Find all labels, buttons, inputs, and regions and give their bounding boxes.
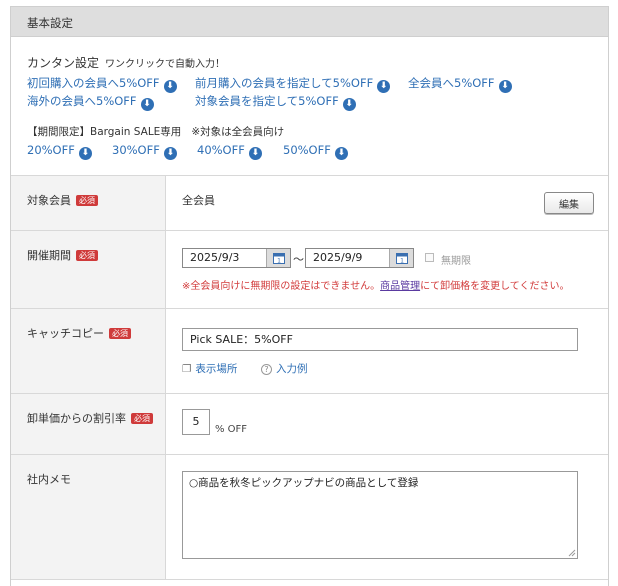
arrow-down-circle-icon: ⬇: [163, 80, 177, 93]
row-label-cell: キャッチコピー 必須: [11, 309, 166, 393]
catch-copy-input[interactable]: Pick SALE：5%OFF: [182, 328, 578, 351]
memo-value: ○商品を秋冬ピックアップナビの商品として登録: [189, 477, 419, 489]
sale-link-label: 40%OFF: [197, 143, 245, 157]
target-members-label-text: 対象会員: [27, 194, 71, 207]
panel-header: 基本設定: [11, 7, 608, 37]
target-members-label: 対象会員 必須: [27, 192, 98, 208]
period-label-text: 開催期間: [27, 249, 71, 262]
arrow-down-circle-icon: ⬇: [163, 147, 177, 160]
arrow-down-circle-icon: ⬇: [498, 80, 512, 93]
discount-rate-label: 卸単価からの割引率 必須: [27, 410, 153, 426]
quick-link-label: 全会員へ5%OFF: [408, 76, 495, 90]
period-row: 開催期間 必須 2025/9/3 1 ～ 2025/9/9 1 無期限 ※全会員向…: [11, 231, 608, 309]
start-date-input[interactable]: 2025/9/3 1: [182, 248, 291, 268]
date-separator: ～: [293, 253, 304, 266]
quick-link-label: 初回購入の会員へ5%OFF: [27, 76, 160, 90]
period-label: 開催期間 必須: [27, 247, 98, 263]
sale-link-50[interactable]: 50%OFF ⬇: [283, 143, 348, 160]
sale-link-30[interactable]: 30%OFF ⬇: [112, 143, 177, 160]
edit-button[interactable]: 編集: [544, 192, 594, 214]
required-badge: 必須: [109, 328, 131, 339]
start-date-value: 2025/9/3: [190, 251, 240, 264]
quick-link-overseas[interactable]: 海外の会員へ5%OFF ⬇: [27, 93, 154, 111]
quick-link-first-purchase[interactable]: 初回購入の会員へ5%OFF ⬇: [27, 75, 177, 93]
sale-link-20[interactable]: 20%OFF ⬇: [27, 143, 92, 160]
memo-textarea[interactable]: ○商品を秋冬ピックアップナビの商品として登録: [182, 471, 578, 559]
sale-link-40[interactable]: 40%OFF ⬇: [197, 143, 262, 160]
discount-unit: % OFF: [215, 424, 248, 435]
discount-rate-row: 卸単価からの割引率 必須 5 % OFF: [11, 394, 608, 455]
end-date-input[interactable]: 2025/9/9 1: [305, 248, 414, 268]
arrow-down-circle-icon: ⬇: [78, 147, 92, 160]
arrow-down-circle-icon: ⬇: [334, 147, 348, 160]
target-members-row: 対象会員 必須 全会員 編集: [11, 176, 608, 231]
catch-copy-label-text: キャッチコピー: [27, 327, 104, 340]
panel-title: 基本設定: [27, 16, 73, 30]
discount-rate-input[interactable]: 5: [182, 409, 210, 435]
row-label-cell: 開催期間 必須: [11, 231, 166, 308]
basic-settings-panel: 基本設定 カンタン設定 ワンクリックで自動入力！ 初回購入の会員へ5%OFF ⬇ 前…: [10, 6, 609, 586]
row-label-cell: 卸単価からの割引率 必須: [11, 394, 166, 454]
warning-text-after: にて卸価格を変更してください。: [420, 281, 570, 292]
sale-link-label: 50%OFF: [283, 143, 331, 157]
calendar-icon[interactable]: 1: [266, 249, 290, 267]
display-location-label: 表示場所: [195, 363, 238, 375]
limited-sale-label: 【期間限定】Bargain SALE専用 ※対象は全会員向け: [27, 124, 284, 139]
arrow-down-circle-icon: ⬇: [342, 98, 356, 111]
input-example-label: 入力例: [276, 363, 308, 375]
catch-copy-row: キャッチコピー 必須 Pick SALE：5%OFF ❐ 表示場所 ? 入力例: [11, 309, 608, 394]
sale-link-label: 30%OFF: [112, 143, 160, 157]
target-members-value: 全会員: [182, 194, 215, 207]
svg-text:1: 1: [400, 258, 404, 265]
question-icon: ?: [261, 364, 272, 375]
product-management-link[interactable]: 商品管理: [380, 281, 420, 292]
calendar-icon[interactable]: 1: [389, 249, 413, 267]
period-warning: ※全会員向けに無期限の設定はできません。商品管理にて卸価格を変更してください。: [182, 277, 570, 292]
required-badge: 必須: [131, 413, 153, 424]
limited-sale-title: 【期間限定】Bargain SALE専用: [27, 126, 182, 138]
quick-link-specified-members[interactable]: 対象会員を指定して5%OFF ⬇: [195, 93, 356, 111]
memo-row: 社内メモ ○商品を秋冬ピックアップナビの商品として登録: [11, 455, 608, 580]
sale-link-label: 20%OFF: [27, 143, 75, 157]
arrow-down-circle-icon: ⬇: [248, 147, 262, 160]
end-date-value: 2025/9/9: [313, 251, 363, 264]
input-example-link[interactable]: ? 入力例: [261, 361, 308, 376]
unlimited-checkbox[interactable]: [425, 253, 434, 262]
limited-sale-note: ※対象は全会員向け: [191, 126, 285, 138]
quick-link-last-month[interactable]: 前月購入の会員を指定して5%OFF ⬇: [195, 75, 391, 93]
arrow-down-circle-icon: ⬇: [377, 80, 391, 93]
unlimited-label: 無期限: [441, 256, 471, 267]
discount-rate-label-text: 卸単価からの割引率: [27, 412, 126, 425]
row-label-cell: 対象会員 必須: [11, 176, 166, 230]
easy-settings-section: カンタン設定 ワンクリックで自動入力！ 初回購入の会員へ5%OFF ⬇ 前月購入の会…: [11, 38, 608, 176]
arrow-down-circle-icon: ⬇: [140, 98, 154, 111]
display-location-link[interactable]: ❐ 表示場所: [182, 361, 237, 376]
quick-link-label: 対象会員を指定して5%OFF: [195, 94, 339, 108]
easy-settings-subtitle: ワンクリックで自動入力！: [105, 59, 226, 70]
quick-link-label: 海外の会員へ5%OFF: [27, 94, 137, 108]
resize-grip-icon[interactable]: [568, 549, 576, 557]
required-badge: 必須: [76, 250, 98, 261]
easy-settings-heading: カンタン設定: [27, 56, 100, 70]
memo-label: 社内メモ: [27, 473, 71, 486]
svg-text:1: 1: [277, 258, 281, 265]
required-badge: 必須: [76, 195, 98, 206]
quick-link-all-members[interactable]: 全会員へ5%OFF ⬇: [408, 75, 512, 93]
quick-link-label: 前月購入の会員を指定して5%OFF: [195, 76, 374, 90]
row-label-cell: 社内メモ: [11, 455, 166, 579]
easy-settings-title: カンタン設定 ワンクリックで自動入力！: [27, 54, 225, 71]
catch-copy-label: キャッチコピー 必須: [27, 325, 131, 341]
warning-text: ※全会員向けに無期限の設定はできません。: [182, 281, 381, 292]
copy-icon: ❐: [182, 363, 192, 375]
